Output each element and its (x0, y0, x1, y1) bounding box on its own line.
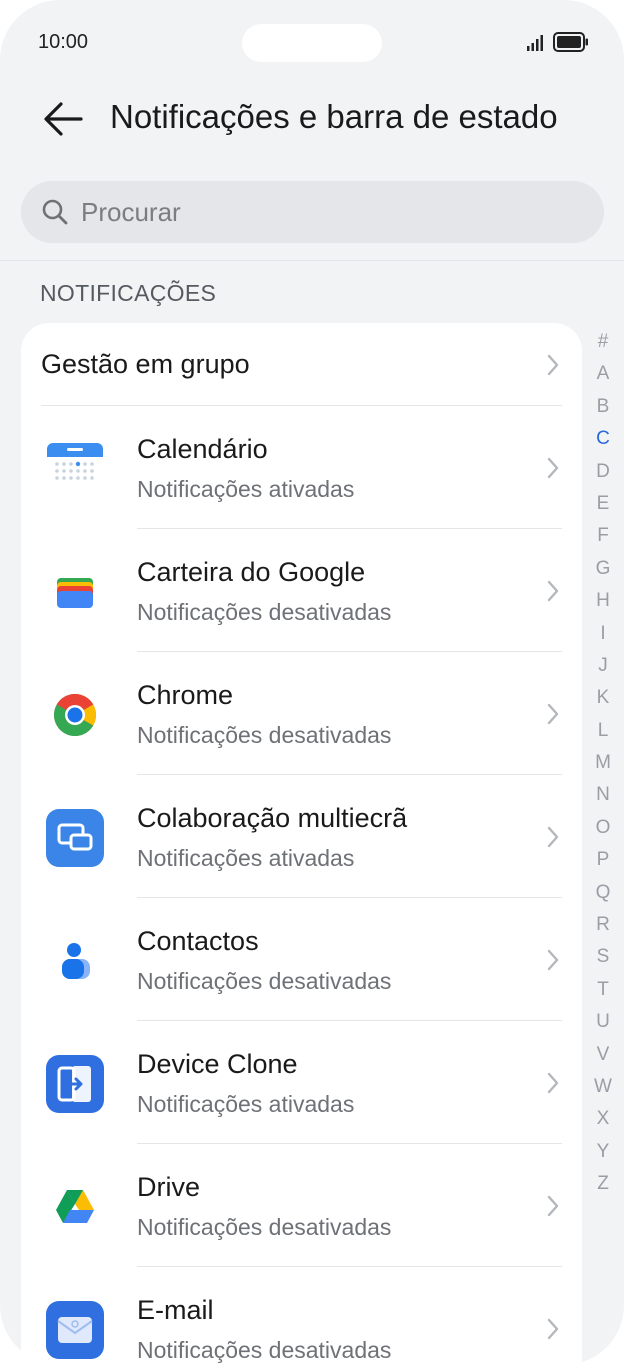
battery-icon (553, 32, 588, 52)
alphabet-index-letter[interactable]: D (588, 456, 618, 488)
chevron-right-icon (547, 580, 559, 602)
alphabet-index-letter[interactable]: C (588, 423, 618, 455)
multiscreen-icon (46, 809, 104, 867)
app-name: Drive (137, 1172, 201, 1202)
back-button[interactable] (40, 96, 86, 142)
divider (0, 260, 624, 261)
chevron-right-icon (547, 1195, 559, 1217)
app-status: Notificações desativadas (137, 968, 392, 994)
alphabet-index-letter[interactable]: # (588, 326, 618, 358)
app-row-drive[interactable]: Drive Notificações desativadas (21, 1144, 582, 1267)
group-management-row[interactable]: Gestão em grupo (21, 323, 582, 405)
app-status: Notificações desativadas (137, 1337, 392, 1363)
section-title: NOTIFICAÇÕES (40, 280, 217, 306)
app-name: E-mail (137, 1295, 214, 1325)
search-input[interactable] (81, 181, 581, 243)
app-name: Colaboração multiecrã (137, 803, 408, 833)
alphabet-index-letter[interactable]: N (588, 779, 618, 811)
alphabet-index-letter[interactable]: Y (588, 1136, 618, 1168)
alphabet-index-letter[interactable]: W (588, 1071, 618, 1103)
app-name: Calendário (137, 434, 268, 464)
alphabet-index-letter[interactable]: T (588, 974, 618, 1006)
search-icon (42, 199, 68, 225)
signal-icon (527, 35, 543, 51)
alphabet-index-letter[interactable]: H (588, 585, 618, 617)
header: Notificações e barra de estado (0, 88, 624, 150)
chevron-right-icon (547, 1318, 559, 1340)
alphabet-index-letter[interactable]: B (588, 391, 618, 423)
app-name: Contactos (137, 926, 259, 956)
app-row-calendar[interactable]: Calendário Notificações ativadas (21, 406, 582, 529)
phone-screen: 10:00 Notificações e barra de estado Pro… (0, 0, 624, 1365)
alphabet-index-letter[interactable]: J (588, 650, 618, 682)
alphabet-index-letter[interactable]: I (588, 618, 618, 650)
app-status: Notificações ativadas (137, 1091, 355, 1117)
alphabet-index-letter[interactable]: P (588, 844, 618, 876)
chevron-right-icon (547, 457, 559, 479)
chevron-right-icon (547, 354, 559, 376)
alphabet-index-letter[interactable]: U (588, 1006, 618, 1038)
status-bar: 10:00 (0, 0, 624, 80)
app-row-chrome[interactable]: Chrome Notificações desativadas (21, 652, 582, 775)
app-status: Notificações ativadas (137, 845, 355, 871)
app-row-device-clone[interactable]: Device Clone Notificações ativadas (21, 1021, 582, 1144)
chevron-right-icon (547, 703, 559, 725)
alphabet-index-letter[interactable]: E (588, 488, 618, 520)
app-row-multiscreen[interactable]: Colaboração multiecrã Notificações ativa… (21, 775, 582, 898)
contacts-icon (62, 943, 90, 979)
alphabet-index-letter[interactable]: O (588, 812, 618, 844)
app-name: Chrome (137, 680, 234, 710)
alphabet-index-letter[interactable]: S (588, 941, 618, 973)
chevron-right-icon (547, 949, 559, 971)
alphabet-index-letter[interactable]: Z (588, 1168, 618, 1200)
group-management-label: Gestão em grupo (41, 349, 250, 379)
alphabet-index-letter[interactable]: A (588, 358, 618, 390)
chevron-right-icon (547, 826, 559, 848)
status-time: 10:00 (38, 31, 89, 53)
chevron-right-icon (547, 1072, 559, 1094)
alphabet-index-letter[interactable]: K (588, 682, 618, 714)
app-row-contacts[interactable]: Contactos Notificações desativadas (21, 898, 582, 1021)
alphabet-index-letter[interactable]: F (588, 520, 618, 552)
camera-pill (242, 24, 382, 62)
app-status: Notificações desativadas (137, 722, 392, 748)
app-name: Carteira do Google (137, 557, 366, 587)
device-clone-icon (46, 1055, 104, 1113)
wallet-icon (57, 578, 93, 608)
alphabet-index-letter[interactable]: R (588, 909, 618, 941)
search-bar[interactable] (21, 181, 604, 243)
email-icon (46, 1301, 104, 1359)
app-status: Notificações ativadas (137, 476, 355, 502)
alphabet-index[interactable]: # A B C D E F G H I J K L M N O P Q R S T U V W X Y Z (588, 326, 618, 1201)
calendar-icon (47, 443, 103, 480)
app-row-email[interactable]: E-mail Notificações desativadas (21, 1267, 582, 1365)
alphabet-index-letter[interactable]: V (588, 1039, 618, 1071)
app-row-google-wallet[interactable]: Carteira do Google Notificações desativa… (21, 529, 582, 652)
app-name: Device Clone (137, 1049, 298, 1079)
page-title: Notificações e barra de estado (110, 98, 558, 135)
alphabet-index-letter[interactable]: Q (588, 877, 618, 909)
alphabet-index-letter[interactable]: G (588, 553, 618, 585)
apps-card: Gestão em grupo Calendário Notificações … (21, 323, 582, 1365)
chrome-icon (53, 693, 97, 737)
app-status: Notificações desativadas (137, 1214, 392, 1240)
app-status: Notificações desativadas (137, 599, 392, 625)
alphabet-index-letter[interactable]: X (588, 1103, 618, 1135)
alphabet-index-letter[interactable]: M (588, 747, 618, 779)
alphabet-index-letter[interactable]: L (588, 715, 618, 747)
back-arrow-icon (44, 102, 83, 136)
drive-icon (56, 1190, 94, 1223)
